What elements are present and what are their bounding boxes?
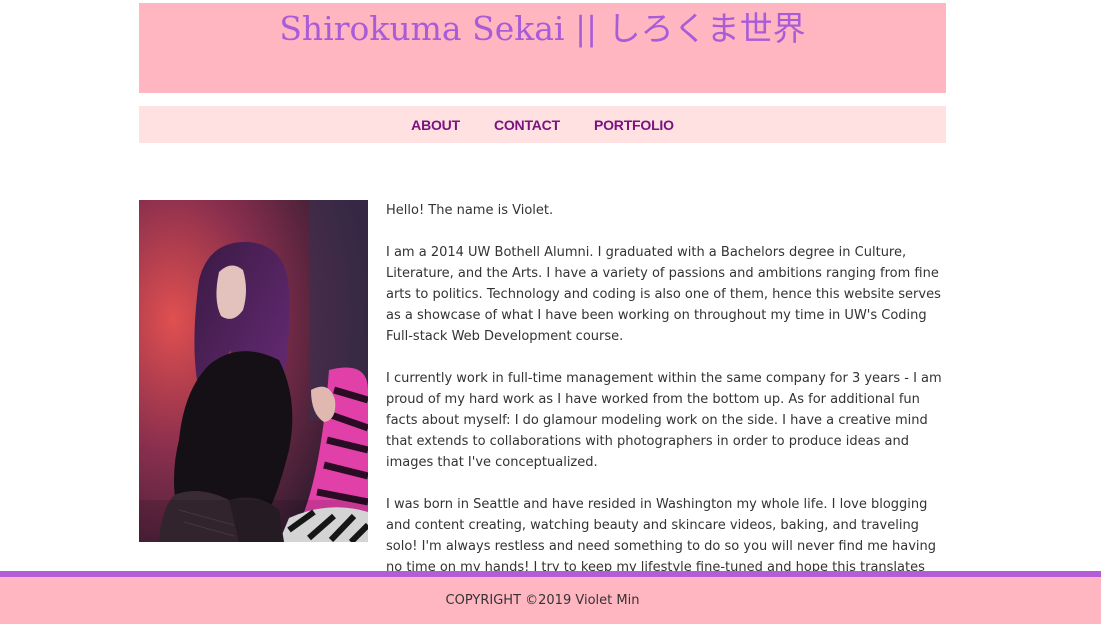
about-paragraph-1: Hello! The name is Violet. [386, 203, 554, 218]
footer: COPYRIGHT ©2019 Violet Min [0, 577, 1101, 624]
nav-link-about[interactable]: ABOUT [411, 117, 460, 133]
page: Shirokuma Sekai || しろくま世界 ABOUT CONTACT … [0, 0, 1101, 624]
nav-link-portfolio[interactable]: PORTFOLIO [594, 117, 674, 133]
about-paragraph-3: I currently work in full-time management… [386, 371, 942, 470]
about-paragraph-4: I was born in Seattle and have resided i… [386, 497, 937, 571]
main-nav: ABOUT CONTACT PORTFOLIO [139, 106, 946, 143]
profile-photo [139, 200, 368, 542]
site-title: Shirokuma Sekai || しろくま世界 [279, 9, 806, 48]
profile-photo-graphic [139, 200, 368, 542]
copyright-text: COPYRIGHT ©2019 Violet Min [445, 593, 640, 608]
header-banner: Shirokuma Sekai || しろくま世界 [139, 3, 946, 93]
nav-link-contact[interactable]: CONTACT [494, 117, 560, 133]
about-paragraph-2: I am a 2014 UW Bothell Alumni. I graduat… [386, 245, 941, 344]
about-content: Hello! The name is Violet. I am a 2014 U… [386, 200, 948, 571]
